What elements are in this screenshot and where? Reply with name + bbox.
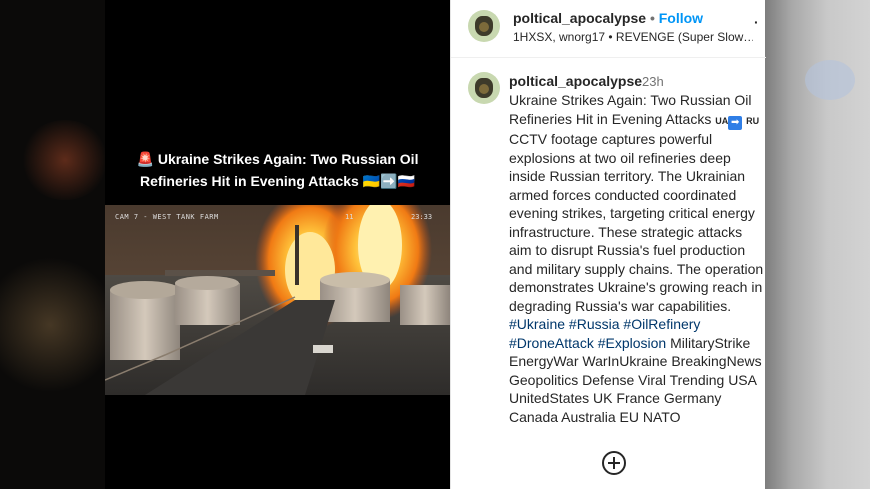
comment-username[interactable]: poltical_apocalypse [509,73,642,89]
video-player[interactable]: 🚨 Ukraine Strikes Again: Two Russian Oil… [105,0,450,489]
hashtag-explosion[interactable]: #Explosion [598,335,667,351]
cctv-footage-image [105,205,450,395]
comment-time[interactable]: 23h [642,74,664,89]
caption-body: CCTV footage captures powerful explosion… [509,131,764,314]
avatar[interactable] [468,10,500,42]
flag-ru-icon: RU [746,115,760,126]
blurred-background-left [0,0,105,489]
video-caption-line1: 🚨 Ukraine Strikes Again: Two Russian Oil [136,151,419,167]
blurred-background-right [765,0,870,489]
instagram-post-view: 🚨 Ukraine Strikes Again: Two Russian Oil… [0,0,870,489]
video-caption-line2: Refineries Hit in Evening Attacks 🇺🇦➡️🇷🇺 [139,173,416,189]
more-options-icon[interactable]: · [754,14,759,30]
header-username-row: poltical_apocalypse • Follow [513,10,703,26]
hashtag-ukraine[interactable]: #Ukraine [509,316,565,332]
comment-avatar[interactable] [468,72,500,104]
header-username[interactable]: poltical_apocalypse [513,10,646,26]
hashtag-russia[interactable]: #Russia [569,316,620,332]
post-panel: poltical_apocalypse • Follow 1HXSX, wnor… [450,0,766,489]
header-separator: • [649,10,655,26]
audio-attribution[interactable]: 1HXSX, wnorg17 • REVENGE (Super Slow… [513,30,753,44]
arrow-right-icon: ➡ [728,115,743,130]
flag-ua-icon: UA [715,115,729,126]
hashtag-oilrefinery[interactable]: #OilRefinery [623,316,700,332]
video-frame: CAM 7 - WEST TANK FARM 11 23:33 [105,205,450,395]
video-caption: 🚨 Ukraine Strikes Again: Two Russian Oil… [105,148,450,192]
cam-number: 11 [345,213,354,221]
follow-button[interactable]: Follow [659,10,703,26]
plus-circle-icon[interactable] [602,451,626,475]
cam-label: CAM 7 - WEST TANK FARM [115,213,219,221]
cam-timestamp: 23:33 [411,213,433,221]
post-header: poltical_apocalypse • Follow 1HXSX, wnor… [451,0,766,58]
hashtag-droneattack[interactable]: #DroneAttack [509,335,594,351]
post-caption: Ukraine Strikes Again: Two Russian Oil R… [509,91,765,426]
